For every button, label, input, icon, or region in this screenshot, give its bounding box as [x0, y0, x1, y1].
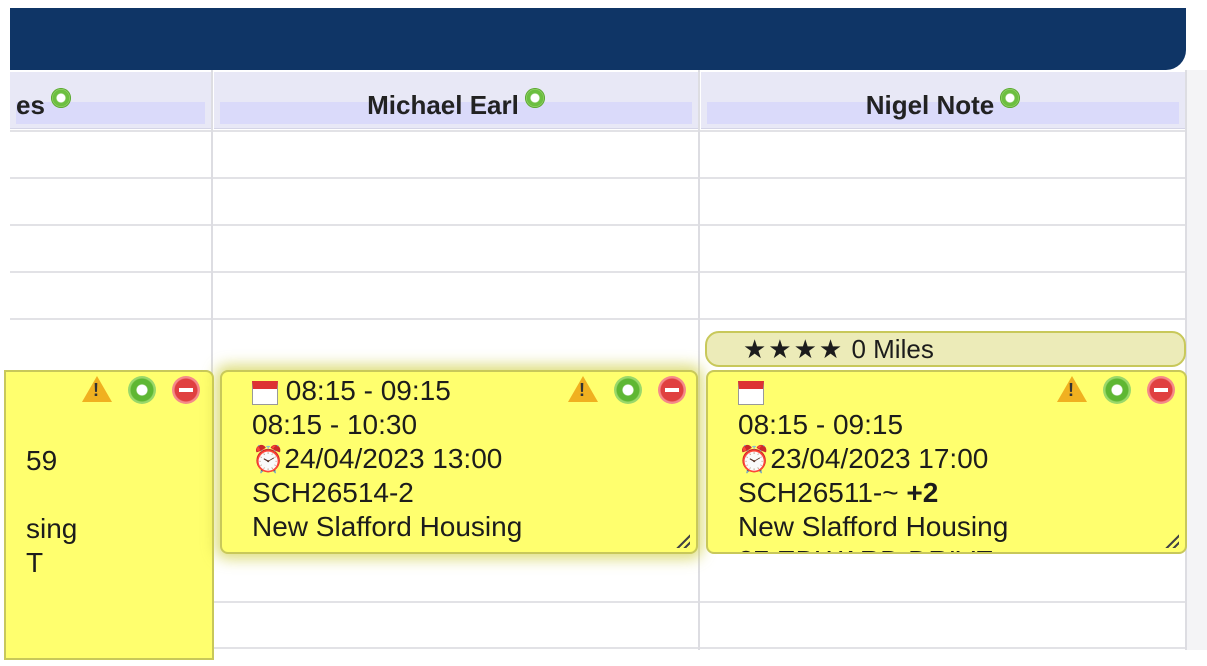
- column-header-label: es: [16, 90, 45, 120]
- job-reference: SCH26514-2: [252, 477, 414, 508]
- column-header-3: Nigel Note: [701, 72, 1185, 129]
- alarm-clock-icon: ⏰: [252, 444, 285, 474]
- card-line: 59: [26, 445, 58, 476]
- red-remove-icon[interactable]: [658, 376, 686, 404]
- calendar-icon: [252, 380, 278, 405]
- calendar-icon: [738, 380, 764, 405]
- settings-gear-icon[interactable]: [1000, 88, 1021, 108]
- window-time: 08:15 - 10:30: [252, 409, 418, 440]
- column-header-label: Nigel Note: [865, 90, 995, 120]
- card-line: sing: [26, 513, 78, 544]
- scheduled-time: 08:15 - 09:15: [285, 375, 451, 406]
- scheduled-time: 08:15 - 09:15: [738, 409, 904, 440]
- scroll-gutter: [1187, 70, 1207, 650]
- red-remove-icon[interactable]: [1147, 376, 1175, 404]
- column-header-1: es: [10, 72, 211, 129]
- address: 27 EDWARD DRIVE: [708, 544, 1185, 552]
- deadline: 23/04/2023 17:00: [770, 443, 989, 474]
- red-remove-icon[interactable]: [172, 376, 200, 404]
- travel-distance-bar: ★★★★ 0 Miles: [705, 331, 1186, 367]
- card-line: T: [26, 547, 44, 578]
- settings-gear-icon[interactable]: [524, 88, 545, 108]
- column-header-label: Michael Earl: [367, 90, 519, 120]
- warning-icon[interactable]: [82, 376, 112, 402]
- green-gear-icon[interactable]: [128, 376, 156, 404]
- job-card-michael[interactable]: 08:15 - 09:15 08:15 - 10:30 ⏰24/04/2023 …: [220, 370, 698, 554]
- alarm-clock-icon: ⏰: [738, 444, 771, 474]
- client-name: New Slafford Housing: [738, 511, 1009, 542]
- top-header-bar: [10, 8, 1186, 70]
- extra-jobs-count: +2: [906, 477, 939, 508]
- column-2: [213, 70, 700, 650]
- rating-stars: ★★★★: [743, 334, 845, 364]
- warning-icon[interactable]: [1057, 376, 1087, 402]
- job-reference: SCH26511-~: [738, 477, 899, 508]
- settings-gear-icon[interactable]: [50, 88, 71, 108]
- green-gear-icon[interactable]: [614, 376, 642, 404]
- deadline: 24/04/2023 13:00: [284, 443, 503, 474]
- miles-label: 0 Miles: [851, 334, 934, 364]
- green-gear-icon[interactable]: [1103, 376, 1131, 404]
- column-header-2: Michael Earl: [214, 72, 698, 129]
- job-card-left[interactable]: 59 sing T: [4, 370, 214, 660]
- warning-icon[interactable]: [568, 376, 598, 402]
- card-line: [26, 478, 77, 512]
- job-card-nigel[interactable]: 08:15 - 09:15 ⏰23/04/2023 17:00 SCH26511…: [706, 370, 1187, 554]
- client-name: New Slafford Housing: [252, 511, 523, 542]
